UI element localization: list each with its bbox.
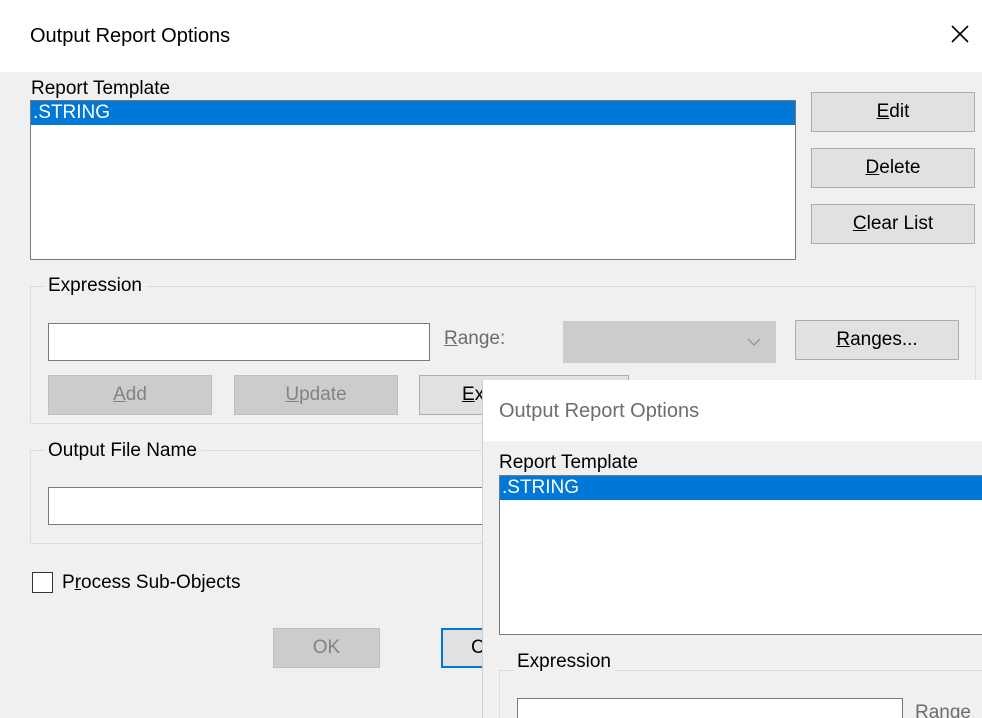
window-title: Output Report Options: [30, 25, 231, 47]
delete-button[interactable]: Delete: [811, 148, 975, 188]
add-rest: dd: [125, 384, 147, 405]
ok-button[interactable]: OK: [273, 628, 380, 668]
close-icon: [951, 25, 969, 43]
close-button[interactable]: [938, 12, 982, 56]
expression-input[interactable]: [48, 323, 430, 361]
delete-key: D: [865, 157, 880, 178]
edit-button[interactable]: Edit: [811, 92, 975, 132]
process-sub-objects-label[interactable]: Process Sub-Objects: [62, 572, 240, 594]
edit-rest: dit: [889, 101, 910, 122]
overlay-range-label: Range: [915, 702, 971, 718]
process-pre: P: [62, 572, 75, 593]
delete-rest: elete: [879, 157, 921, 178]
overlay-report-template-list[interactable]: .STRING: [499, 475, 982, 635]
add-button[interactable]: Add: [48, 375, 212, 415]
clear-list-button[interactable]: Clear List: [811, 204, 975, 244]
ranges-key: R: [836, 329, 851, 350]
overlay-expression-input[interactable]: [517, 698, 903, 718]
expression-group-label: Expression: [44, 275, 146, 297]
update-rest: pdate: [299, 384, 347, 405]
output-file-group-label: Output File Name: [44, 440, 201, 462]
update-key: U: [285, 384, 300, 405]
overlay-list-item-selected[interactable]: .STRING: [500, 476, 982, 500]
add-key: A: [113, 384, 126, 405]
overlay-window-title: Output Report Options: [499, 400, 700, 422]
overlay-dialog[interactable]: Output Report Options Report Template .S…: [482, 380, 982, 718]
ranges-button[interactable]: Ranges...: [795, 320, 959, 360]
report-template-label: Report Template: [31, 78, 171, 99]
overlay-report-template-label: Report Template: [499, 452, 639, 473]
chevron-down-icon: [747, 338, 761, 346]
list-item-selected[interactable]: .STRING: [31, 101, 795, 125]
report-template-list[interactable]: .STRING: [30, 100, 796, 260]
clear-list-rest: lear List: [866, 213, 934, 234]
process-sub-objects-checkbox[interactable]: [32, 572, 53, 593]
clear-list-key: C: [852, 213, 867, 234]
edit-key: E: [876, 101, 890, 122]
ex-key: E: [462, 384, 475, 405]
ok-label: OK: [312, 637, 341, 658]
range-label: Range:: [444, 328, 505, 350]
process-rest: ocess Sub-Objects: [81, 572, 241, 593]
overlay-expression-label: Expression: [513, 651, 615, 673]
ranges-rest: anges...: [850, 329, 918, 350]
range-rest: ange:: [457, 328, 506, 349]
update-button[interactable]: Update: [234, 375, 398, 415]
range-key: R: [444, 328, 458, 349]
range-combo[interactable]: [563, 321, 776, 363]
